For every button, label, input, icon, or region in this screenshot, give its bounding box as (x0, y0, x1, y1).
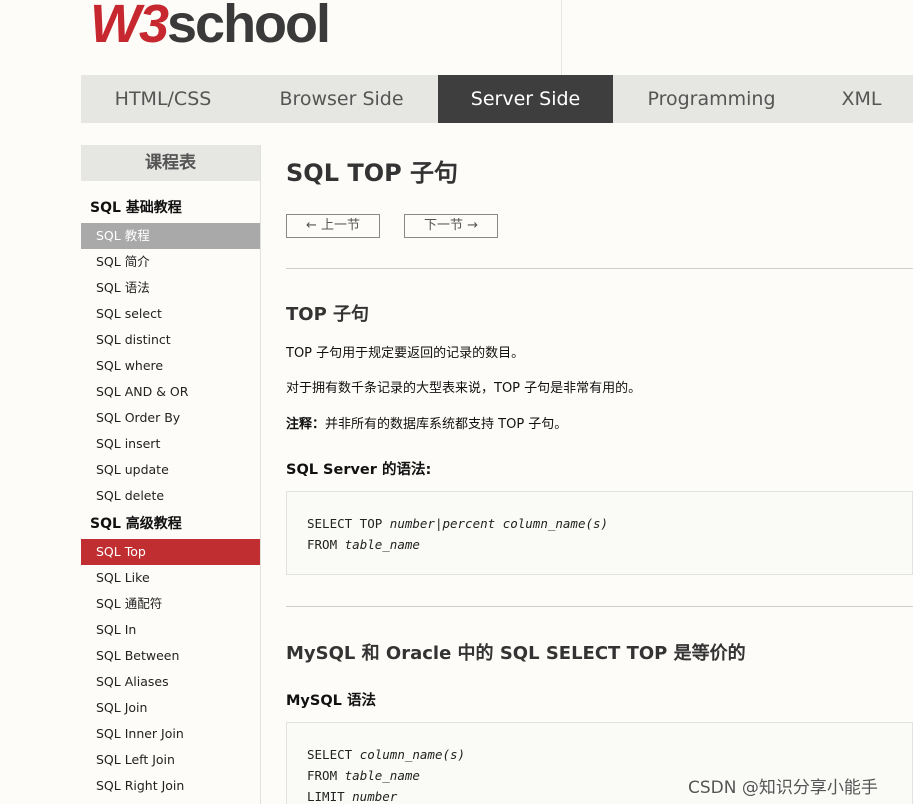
header-divider (561, 0, 562, 75)
sidebar-item-sql-in[interactable]: SQL In (81, 617, 260, 643)
nav-html-css[interactable]: HTML/CSS (81, 75, 245, 123)
logo-school: school (167, 0, 331, 54)
code-arg: number (389, 516, 435, 531)
sidebar-item-sql-select[interactable]: SQL select (81, 301, 260, 327)
note-paragraph: 注释：并非所有的数据库系统都支持 TOP 子句。 (286, 413, 567, 432)
sidebar-item-sql-like[interactable]: SQL Like (81, 565, 260, 591)
sidebar-item-sql-and-or[interactable]: SQL AND & OR (81, 379, 260, 405)
code-arg: table_name (344, 537, 420, 552)
next-button[interactable]: 下一节 → (404, 214, 498, 238)
syntax-heading-sqlserver: SQL Server 的语法: (286, 462, 432, 478)
sidebar-item-sql-order-by[interactable]: SQL Order By (81, 405, 260, 431)
logo-w3: W3 (90, 0, 169, 54)
code-arg: number (352, 789, 398, 804)
section-heading-top: TOP 子句 (286, 304, 370, 325)
sidebar-item-sql-where[interactable]: SQL where (81, 353, 260, 379)
sidebar-section-advanced: SQL 高级教程 (90, 516, 182, 532)
code-keyword: FROM (307, 537, 345, 552)
prev-label: 上一节 (321, 218, 361, 233)
code-arg: percent column_name(s) (442, 516, 609, 531)
sidebar-item-sql-tutorial[interactable]: SQL 教程 (81, 223, 260, 249)
sidebar-item-sql-insert[interactable]: SQL insert (81, 431, 260, 457)
csdn-watermark: CSDN @知识分享小能手 (688, 778, 878, 798)
sidebar-section-basics: SQL 基础教程 (90, 200, 182, 216)
paragraph: 对于拥有数千条记录的大型表来说，TOP 子句是非常有用的。 (286, 381, 642, 396)
code-arg: table_name (344, 768, 420, 783)
nav-server-side[interactable]: Server Side (438, 75, 613, 123)
nav-xml[interactable]: XML (810, 75, 913, 123)
next-label: 下一节 (423, 218, 463, 233)
code-keyword: FROM (307, 768, 345, 783)
sidebar-item-sql-aliases[interactable]: SQL Aliases (81, 669, 260, 695)
sidebar-item-sql-syntax[interactable]: SQL 语法 (81, 275, 260, 301)
divider (286, 268, 913, 269)
code-line: SELECT column_name(s) (307, 744, 912, 765)
nav-browser-side[interactable]: Browser Side (245, 75, 438, 123)
site-header: W3school (0, 0, 913, 75)
sidebar-item-sql-between[interactable]: SQL Between (81, 643, 260, 669)
sidebar-item-sql-update[interactable]: SQL update (81, 457, 260, 483)
code-line: SELECT TOP number|percent column_name(s) (307, 513, 912, 534)
code-block-sqlserver[interactable]: SELECT TOP number|percent column_name(s)… (286, 491, 913, 575)
paragraph: TOP 子句用于规定要返回的记录的数目。 (286, 346, 525, 361)
code-keyword: LIMIT (307, 789, 353, 804)
sidebar-item-sql-right-join[interactable]: SQL Right Join (81, 773, 260, 799)
divider (286, 606, 913, 607)
w3school-logo[interactable]: W3school (90, 0, 331, 56)
arrow-left-icon: ← (305, 218, 317, 233)
nav-programming[interactable]: Programming (613, 75, 810, 123)
sidebar-title: 课程表 (81, 145, 260, 181)
syntax-heading-mysql: MySQL 语法 (286, 693, 376, 709)
sidebar-item-sql-inner-join[interactable]: SQL Inner Join (81, 721, 260, 747)
note-text: 并非所有的数据库系统都支持 TOP 子句。 (325, 417, 568, 432)
sidebar-item-sql-wildcards[interactable]: SQL 通配符 (81, 591, 260, 617)
section-heading-mysql-oracle: MySQL 和 Oracle 中的 SQL SELECT TOP 是等价的 (286, 643, 746, 664)
page-title: SQL TOP 子句 (286, 159, 459, 187)
arrow-right-icon: → (467, 218, 479, 233)
code-line: FROM table_name (307, 534, 912, 555)
top-nav: HTML/CSS Browser Side Server Side Progra… (81, 75, 913, 123)
prev-button[interactable]: ← 上一节 (286, 214, 380, 238)
code-keyword: SELECT (307, 747, 360, 762)
note-label: 注释： (286, 417, 326, 432)
sidebar-item-sql-delete[interactable]: SQL delete (81, 483, 260, 509)
sidebar-item-sql-distinct[interactable]: SQL distinct (81, 327, 260, 353)
sidebar-item-sql-left-join[interactable]: SQL Left Join (81, 747, 260, 773)
course-sidebar: 课程表 SQL 基础教程 SQL 教程 SQL 简介 SQL 语法 SQL se… (81, 145, 261, 804)
sidebar-item-sql-intro[interactable]: SQL 简介 (81, 249, 260, 275)
code-arg: column_name(s) (359, 747, 466, 762)
sidebar-item-sql-join[interactable]: SQL Join (81, 695, 260, 721)
code-keyword: SELECT TOP (307, 516, 390, 531)
sidebar-item-sql-top[interactable]: SQL Top (81, 539, 260, 565)
